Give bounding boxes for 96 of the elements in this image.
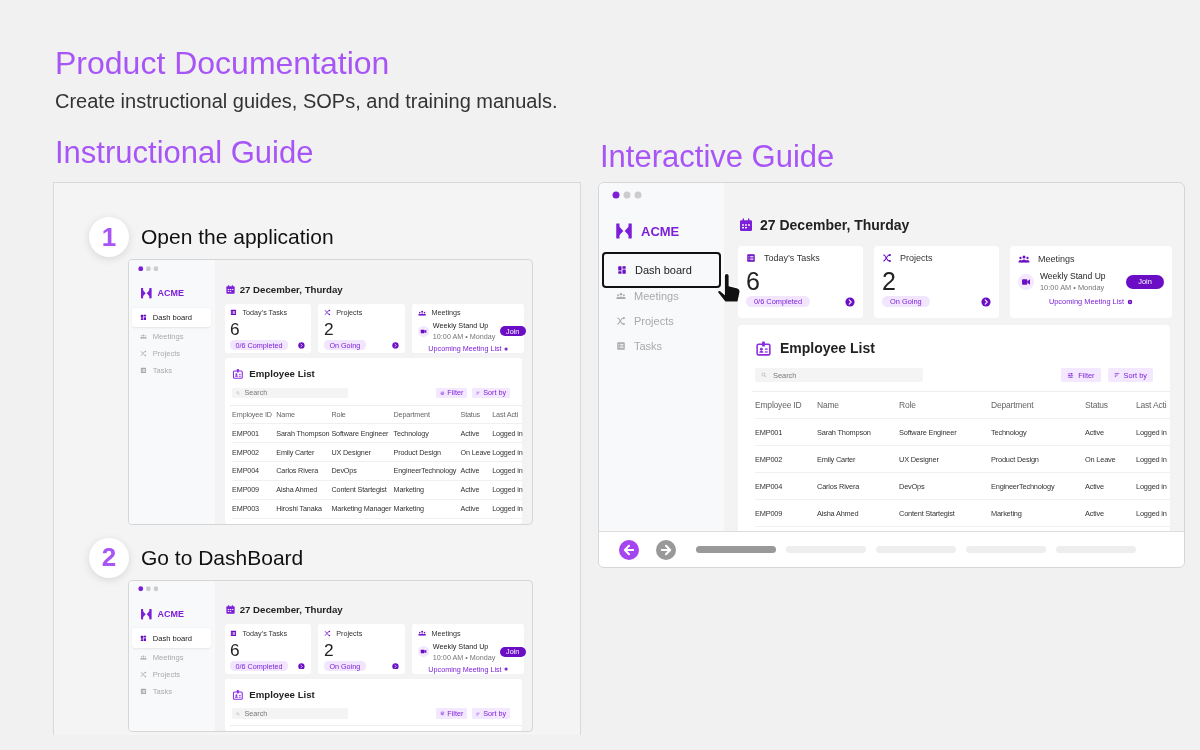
sort-button[interactable]: Sort by xyxy=(472,708,511,720)
table-cell-text: Software Engineer xyxy=(331,428,390,438)
card-title: Projects xyxy=(336,308,363,318)
table-cell-text: EngineerTechnology xyxy=(393,466,458,476)
stat-value: 2 xyxy=(323,319,335,341)
card-title: Projects xyxy=(336,629,363,639)
status-badge: On Going xyxy=(323,660,366,672)
step-title: Open the application xyxy=(141,225,334,249)
column-header: Employee ID xyxy=(232,409,273,419)
table-cell: Logged in xyxy=(492,428,523,438)
column-header: Department xyxy=(393,409,431,419)
meeting-list-link[interactable]: Upcoming Meeting List xyxy=(428,665,502,675)
table-cell-text: EMP009 xyxy=(232,485,260,495)
join-button[interactable]: Join xyxy=(499,325,526,337)
page-subtitle: Create instructional guides, SOPs, and training manuals. xyxy=(55,90,558,113)
brand-name: ACME xyxy=(157,288,184,299)
table-cell: Logged in xyxy=(492,447,523,457)
brand-name: ACME xyxy=(157,608,184,619)
column-header: Last Acti xyxy=(1136,400,1167,410)
date-heading: 27 December, Thurday xyxy=(239,283,343,295)
card-title: Projects xyxy=(900,253,933,263)
section-heading: Interactive Guide xyxy=(600,138,835,176)
table-cell-text: Emily Carter xyxy=(276,447,316,457)
join-button[interactable]: Join xyxy=(499,646,526,658)
column-header: Role xyxy=(331,409,347,419)
table-cell-text: Active xyxy=(460,466,481,476)
card-title: Today’s Tasks xyxy=(242,308,288,318)
table-cell: Logged in xyxy=(492,504,523,514)
table-cell: Logged in xyxy=(492,485,523,495)
table-cell-text: EMP002 xyxy=(232,447,260,457)
status-badge: 0/6 Completed xyxy=(230,340,288,351)
step-number: 1 xyxy=(89,217,129,257)
table-cell-text: Marketing Manager xyxy=(331,504,393,514)
card-title: Meetings xyxy=(1038,254,1075,264)
nav-item[interactable]: Dash board xyxy=(132,628,212,648)
status-badge: On Going xyxy=(323,340,366,351)
table-cell-text: DevOps xyxy=(331,466,358,476)
stat-value: 6 xyxy=(230,640,241,661)
meeting-title: Weekly Stand Up xyxy=(432,321,490,331)
search-field[interactable]: Search xyxy=(232,387,348,399)
table-cell-text: Hiroshi Tanaka xyxy=(276,504,323,514)
card-title: Today’s Tasks xyxy=(242,629,288,639)
status-badge: 0/6 Completed xyxy=(230,660,288,672)
nav-item[interactable]: Dash board xyxy=(602,252,721,288)
step-title: Go to DashBoard xyxy=(141,545,304,570)
column-header: Status xyxy=(1085,400,1109,410)
table-cell: Logged in xyxy=(492,466,523,476)
date-heading: 27 December, Thurday xyxy=(760,217,910,233)
section-title: Employee List xyxy=(780,340,875,356)
sort-button[interactable]: Sort by xyxy=(472,387,511,399)
meeting-title: Weekly Stand Up xyxy=(432,642,490,652)
meeting-list-link[interactable]: Upcoming Meeting List xyxy=(428,344,502,354)
date-heading: 27 December, Thurday xyxy=(239,604,343,616)
table-cell-text: Content Startegist xyxy=(331,485,388,495)
stat-value: 6 xyxy=(230,319,241,341)
stat-value: 6 xyxy=(746,266,761,296)
column-header: Name xyxy=(276,409,296,419)
nav-item[interactable]: Dash board xyxy=(132,307,212,327)
table-cell-text: Active xyxy=(460,428,481,438)
column-header: Department xyxy=(991,400,1035,410)
filter-button[interactable]: Filter xyxy=(435,708,468,720)
column-header: Name xyxy=(817,400,840,410)
table-cell-text: Active xyxy=(460,504,481,514)
column-header: Last Acti xyxy=(492,409,519,419)
table-cell-text: Active xyxy=(460,485,481,495)
step-number: 2 xyxy=(89,537,129,578)
filter-button[interactable]: Filter xyxy=(435,387,468,399)
table-cell-text: Marketing xyxy=(393,504,425,514)
table-cell-text: EMP004 xyxy=(232,466,260,476)
meeting-time: 10:00 AM • Monday xyxy=(432,331,496,341)
table-cell-text: Sarah Thompson xyxy=(276,428,331,438)
column-header: Role xyxy=(899,400,917,410)
table-cell-text: On Leave xyxy=(460,447,492,457)
table-cell-text: EMP003 xyxy=(232,504,260,514)
meeting-title: Weekly Stand Up xyxy=(1040,271,1107,281)
stat-value: 2 xyxy=(882,266,897,296)
table-cell-text: Aisha Ahmed xyxy=(276,485,319,495)
table-cell-text: Carlos Rivera xyxy=(276,466,320,476)
section-title: Employee List xyxy=(249,689,315,701)
column-header: Status xyxy=(460,409,482,419)
section-heading: Instructional Guide xyxy=(55,134,314,172)
table-cell-text: Technology xyxy=(393,428,430,438)
card-title: Today’s Tasks xyxy=(764,253,820,263)
card-title: Meetings xyxy=(431,629,461,639)
meeting-time: 10:00 AM • Monday xyxy=(432,652,496,662)
column-header: Employee ID xyxy=(755,400,803,410)
table-cell-text: EMP001 xyxy=(232,428,260,438)
stat-value: 2 xyxy=(323,640,335,661)
table-cell-text: Marketing xyxy=(393,485,425,495)
section-title: Employee List xyxy=(249,368,315,380)
table-cell-text: UX Designer xyxy=(331,447,372,457)
table-cell-text: Product Design xyxy=(393,447,442,457)
brand-name: ACME xyxy=(641,223,680,239)
search-field[interactable]: Search xyxy=(232,708,348,720)
page-title: Product Documentation xyxy=(55,44,390,83)
card-title: Meetings xyxy=(431,308,461,318)
